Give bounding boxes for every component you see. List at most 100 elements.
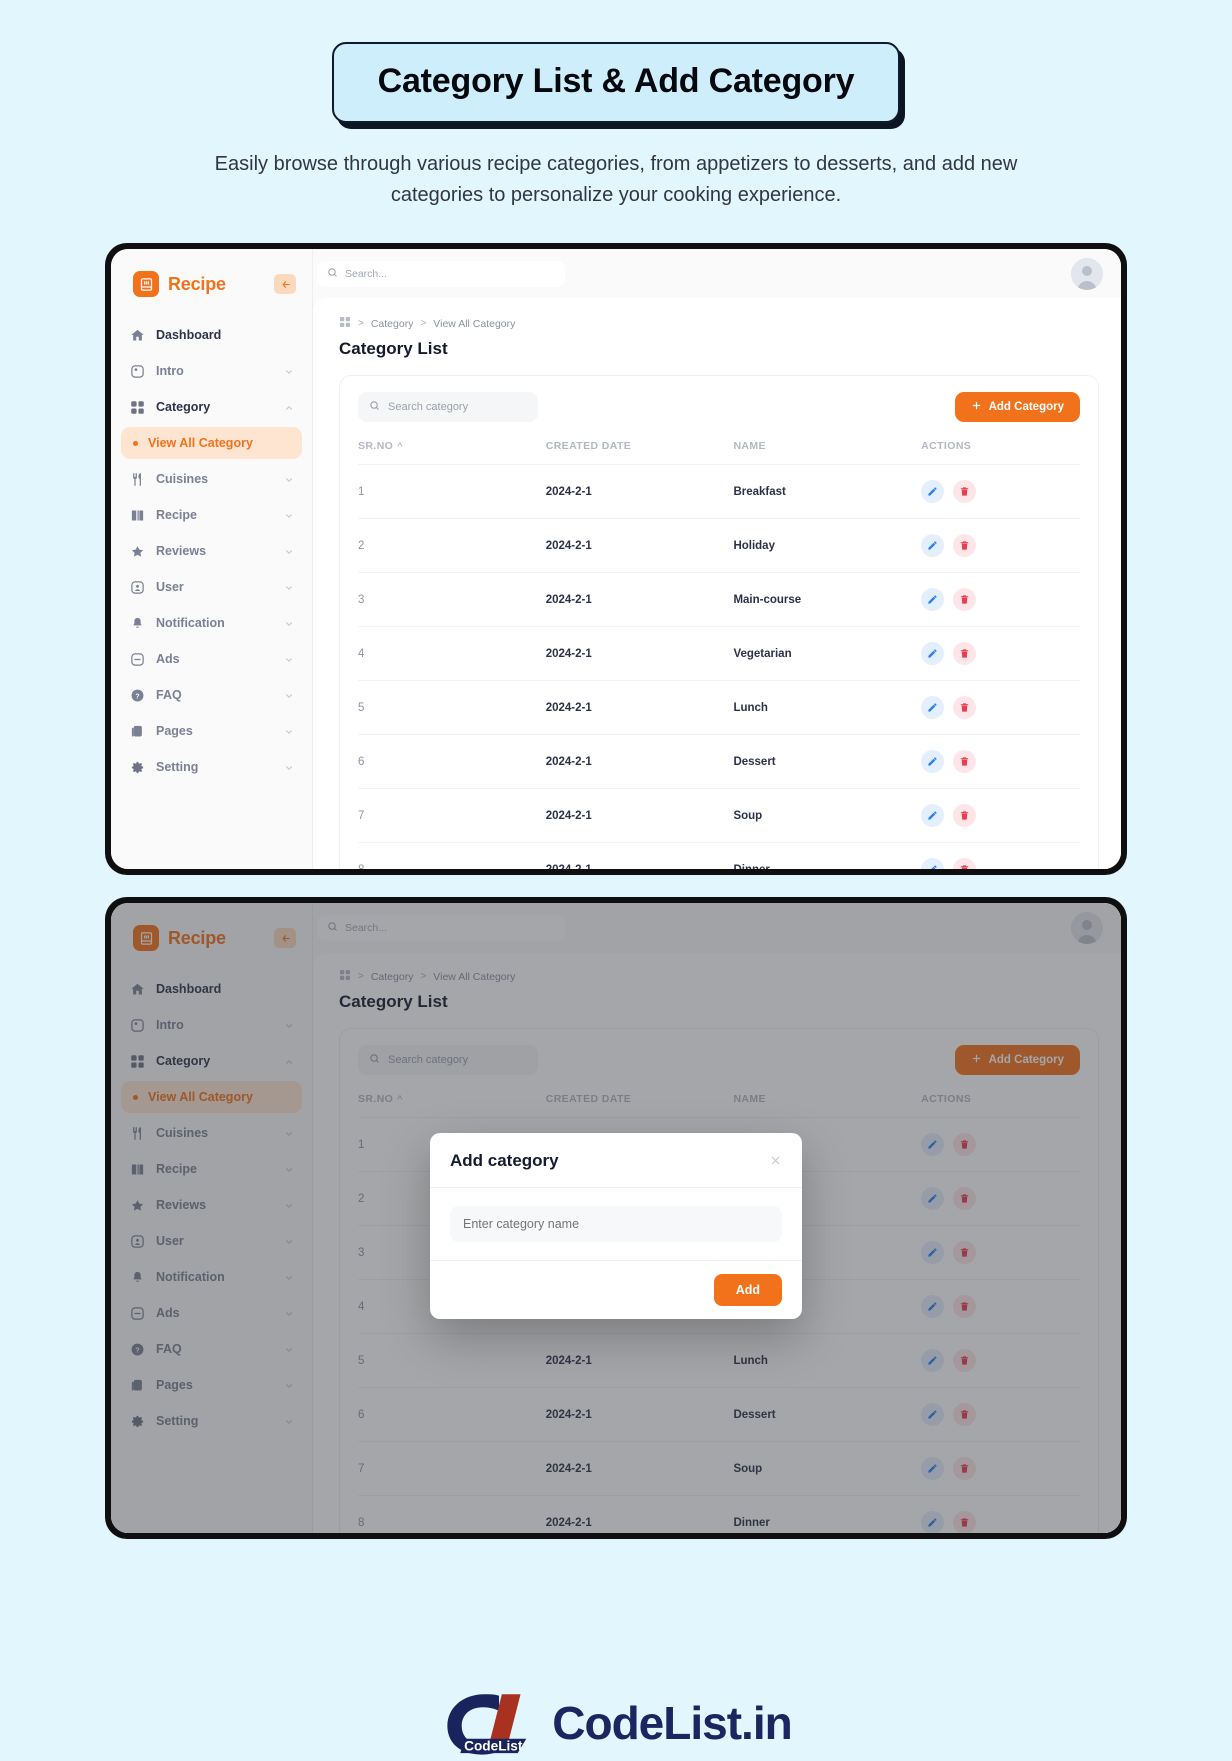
cutlery-icon (129, 471, 145, 487)
breadcrumb-item-category[interactable]: Category (371, 318, 414, 330)
pencil-icon[interactable] (921, 804, 945, 828)
sidebar-item-setting[interactable]: Setting (121, 749, 302, 785)
sidebar-label: Recipe (156, 508, 197, 522)
avatar[interactable] (1071, 257, 1103, 290)
sidebar-label: FAQ (156, 688, 182, 702)
page-title: Category List (339, 339, 448, 359)
sidebar-sub-label: View All Category (148, 436, 253, 450)
close-icon[interactable] (769, 1154, 782, 1169)
cell-name: Lunch (733, 680, 922, 735)
column-header-actions: ACTIONS (921, 440, 972, 453)
breadcrumb: > Category > View All Category (339, 316, 1099, 331)
cell-actions (921, 464, 1080, 519)
table-row: 7 2024-2-1 Soup (358, 788, 1080, 843)
pencil-icon[interactable] (921, 480, 945, 504)
category-search-placeholder: Search category (388, 401, 469, 414)
column-header-created-date[interactable]: CREATED DATE (546, 440, 734, 465)
pencil-icon[interactable] (921, 588, 945, 612)
sidebar-item-user[interactable]: User (121, 569, 302, 605)
add-category-label: Add Category (988, 401, 1064, 414)
chevron-down-icon (284, 762, 294, 772)
sidebar-label: User (156, 580, 184, 594)
home-icon (129, 327, 145, 343)
trash-icon[interactable] (953, 642, 977, 666)
cell-srno: 8 (358, 842, 546, 869)
topbar: Search... (313, 249, 1121, 299)
pencil-icon[interactable] (921, 642, 945, 666)
sidebar-item-pages[interactable]: Pages (121, 713, 302, 749)
chevron-down-icon (284, 726, 294, 736)
sidebar-item-intro[interactable]: Intro (121, 353, 302, 389)
faq-icon: ? (129, 687, 145, 703)
pencil-icon[interactable] (921, 696, 945, 720)
breadcrumb-item-view-all-category[interactable]: View All Category (433, 318, 515, 330)
sidebar-label: Reviews (156, 544, 207, 558)
sidebar-item-notification[interactable]: Notification (121, 605, 302, 641)
trash-icon[interactable] (953, 804, 977, 828)
bell-icon (129, 615, 145, 631)
main-area: Search... > Category > View All Category… (313, 249, 1121, 869)
bullet-dot-icon (133, 440, 138, 446)
category-search-input[interactable]: Search category (358, 392, 538, 423)
svg-text:?: ? (135, 693, 139, 700)
sidebar-item-category[interactable]: Category (121, 389, 302, 425)
sidebar-label: Ads (156, 652, 180, 666)
cell-srno: 7 (358, 788, 546, 843)
card-toolbar: Search category Add Category (358, 392, 1080, 423)
trash-icon[interactable] (953, 588, 977, 612)
plus-icon (971, 400, 982, 414)
sidebar-label: Intro (156, 364, 184, 378)
category-name-input[interactable] (450, 1206, 782, 1242)
cell-srno: 3 (358, 572, 546, 627)
sidebar-label: Setting (156, 760, 199, 774)
recipe-logo-icon (133, 271, 159, 297)
sidebar-item-view-all-category[interactable]: View All Category (121, 427, 302, 459)
global-search[interactable]: Search... (317, 260, 565, 287)
sidebar-item-faq[interactable]: ? FAQ (121, 677, 302, 713)
cell-created-date: 2024-2-1 (545, 464, 734, 519)
column-header-srno[interactable]: SR.NO ^ (358, 440, 546, 465)
sidebar-item-cuisines[interactable]: Cuisines (121, 461, 302, 497)
cell-name: Breakfast (733, 464, 922, 519)
page-header: Category List & Add Category Easily brow… (0, 0, 1232, 211)
trash-icon[interactable] (953, 480, 977, 504)
chevron-down-icon (284, 510, 294, 520)
sidebar-label: Category (156, 400, 211, 414)
breadcrumb-separator: > (358, 318, 364, 330)
gear-icon (129, 759, 145, 775)
sidebar-item-reviews[interactable]: Reviews (121, 533, 302, 569)
modal-title: Add category (450, 1151, 559, 1170)
add-category-button[interactable]: Add Category (954, 392, 1080, 423)
pencil-icon[interactable] (921, 858, 945, 869)
cell-created-date: 2024-2-1 (545, 680, 734, 735)
sidebar-item-recipe[interactable]: Recipe (121, 497, 302, 533)
cell-actions (921, 788, 1080, 843)
trash-icon[interactable] (953, 858, 977, 869)
category-card: Search category Add Category SR.NO ^ CRE… (339, 375, 1099, 869)
modal-footer: Add (430, 1260, 802, 1319)
sidebar-collapse-icon[interactable] (274, 274, 296, 294)
chevron-down-icon (284, 654, 294, 664)
pencil-icon[interactable] (921, 534, 945, 558)
codelist-footer: CodeList CodeList.in (0, 1685, 1232, 1761)
table-row: 5 2024-2-1 Lunch (358, 680, 1080, 735)
sidebar-item-ads[interactable]: Ads (121, 641, 302, 677)
column-header-name[interactable]: NAME (733, 440, 921, 465)
page-title-heading: Category List & Add Category (377, 62, 855, 100)
app-window-2: Recipe Dashboard Intro Category View All… (111, 903, 1121, 1533)
table-row: 82024-2-1Dinner (358, 842, 1080, 869)
cell-srno: 1 (358, 464, 546, 519)
modal-add-button[interactable]: Add (713, 1274, 782, 1306)
sidebar-item-dashboard[interactable]: Dashboard (121, 317, 302, 353)
pencil-icon[interactable] (921, 750, 945, 774)
table-row: 6 2024-2-1 Dessert (358, 734, 1080, 789)
brand-name: Recipe (168, 273, 226, 294)
trash-icon[interactable] (953, 750, 977, 774)
content-panel: > Category > View All Category Category … (313, 298, 1121, 869)
cell-actions (921, 680, 1080, 735)
trash-icon[interactable] (953, 534, 977, 558)
brand-row: Recipe (111, 249, 312, 317)
trash-icon[interactable] (953, 696, 977, 720)
sidebar-label: Notification (156, 616, 225, 630)
table-head: SR.NO ^ CREATED DATE NAME ACTIONS (358, 440, 1080, 465)
